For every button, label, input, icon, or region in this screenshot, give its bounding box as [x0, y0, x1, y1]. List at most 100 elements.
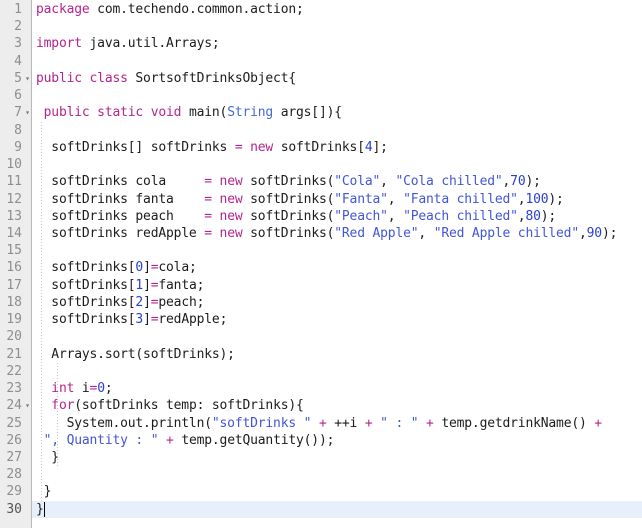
fold-toggle-icon[interactable]: ▾	[24, 397, 31, 414]
code-line[interactable]: softDrinks[] softDrinks = new softDrinks…	[32, 139, 642, 156]
line-number[interactable]: 16	[0, 259, 22, 276]
line-number[interactable]: 25	[0, 415, 22, 432]
code-token-pl: args[]){	[273, 105, 342, 121]
code-token-num: 0	[97, 381, 105, 397]
code-line[interactable]: for(softDrinks temp: softDrinks){	[32, 397, 642, 414]
code-line[interactable]	[32, 53, 642, 70]
line-number[interactable]: 9	[0, 139, 22, 156]
code-content-area[interactable]: package com.techendo.common.action; impor…	[32, 0, 642, 528]
code-line[interactable]: int i=0;	[32, 380, 642, 397]
code-token-kw: new	[250, 139, 274, 155]
line-number[interactable]: 20	[0, 328, 22, 345]
code-token-pl: ]	[143, 312, 151, 328]
line-number[interactable]: 17	[0, 277, 22, 294]
code-token-pl: peach;	[158, 294, 205, 310]
code-line[interactable]: softDrinks redApple = new softDrinks("Re…	[32, 225, 642, 242]
line-number[interactable]: 10	[0, 156, 22, 173]
line-number[interactable]: 26	[0, 432, 22, 449]
code-token-pl: softDrinks[	[36, 312, 136, 328]
code-line[interactable]: ", Quantity : " + temp.getQuantity());	[32, 432, 642, 449]
code-token-pl: com.techendo.common.action;	[89, 2, 304, 17]
code-token-kw: public class	[36, 70, 128, 86]
code-line[interactable]: public static void main(String args[]){	[32, 104, 642, 121]
code-line[interactable]: softDrinks cola = new softDrinks("Cola",…	[32, 173, 642, 190]
code-line[interactable]: softDrinks[1]=fanta;	[32, 277, 642, 294]
fold-toggle-icon[interactable]: ▾	[24, 104, 31, 121]
fold-toggle-icon[interactable]: ▾	[24, 70, 31, 87]
line-number[interactable]: 2	[0, 18, 22, 35]
indent-guide	[57, 362, 58, 467]
code-line[interactable]: System.out.println("softDrinks " + ++i +…	[32, 415, 642, 432]
code-line[interactable]	[32, 87, 642, 104]
line-number[interactable]: 23	[0, 380, 22, 397]
line-number[interactable]: 7	[0, 104, 22, 121]
line-number[interactable]: 29	[0, 483, 22, 500]
code-token-num: 70	[510, 174, 526, 190]
code-token-op: +	[311, 415, 335, 431]
code-token-pl: );	[540, 208, 557, 224]
code-token-kw: package	[36, 2, 90, 17]
line-number[interactable]: 11	[0, 173, 22, 190]
code-line[interactable]: import java.util.Arrays;	[32, 35, 642, 52]
code-line[interactable]	[32, 18, 642, 35]
code-editor[interactable]: 1 2 3 4 5 ▾ 6 7 ▾ 8 9 10 11 12 13 14 15 16 17 18 19 20 21 22 23 2…	[0, 0, 642, 528]
code-token-pl: ]	[143, 260, 151, 276]
line-number[interactable]: 18	[0, 294, 22, 311]
code-line[interactable]: softDrinks[3]=redApple;	[32, 311, 642, 328]
code-token-op: +	[586, 415, 602, 431]
code-token-pl: );	[525, 174, 541, 190]
code-token-pl: softDrinks[] softDrinks	[36, 139, 235, 155]
line-number[interactable]: 6	[0, 87, 22, 104]
code-line[interactable]	[32, 363, 642, 380]
code-line[interactable]	[32, 328, 642, 345]
code-token-pl: java.util.Arrays;	[81, 36, 220, 52]
line-number[interactable]: 14	[0, 225, 22, 242]
code-line[interactable]: }	[32, 501, 642, 518]
line-number[interactable]: 12	[0, 191, 22, 208]
code-line[interactable]	[32, 466, 642, 483]
code-line[interactable]: softDrinks[2]=peach;	[32, 294, 642, 311]
code-token-num: 80	[525, 208, 541, 224]
code-line[interactable]	[32, 242, 642, 259]
code-token-pl: softDrinks(	[242, 208, 335, 224]
code-line[interactable]: }	[32, 483, 642, 500]
line-number[interactable]: 19	[0, 311, 22, 328]
code-token-op: =	[204, 191, 212, 207]
line-number[interactable]: 8	[0, 122, 22, 139]
code-token-num: 2	[135, 294, 144, 310]
code-token-pl: ,	[387, 191, 404, 207]
line-number[interactable]: 3	[0, 35, 22, 52]
code-line[interactable]: softDrinks[0]=cola;	[32, 259, 642, 276]
code-token-pl: (softDrinks temp: softDrinks){	[74, 398, 304, 414]
code-line[interactable]: softDrinks peach = new softDrinks("Peach…	[32, 208, 642, 225]
code-line[interactable]	[32, 122, 642, 139]
code-line[interactable]	[32, 156, 642, 173]
code-token-pl: );	[601, 225, 618, 241]
code-line[interactable]: softDrinks fanta = new softDrinks("Fanta…	[32, 191, 642, 208]
line-number[interactable]: 28	[0, 466, 22, 483]
code-token-pl: temp.getQuantity());	[181, 432, 335, 448]
code-line[interactable]: }	[32, 449, 642, 466]
line-number-gutter[interactable]: 1 2 3 4 5 ▾ 6 7 ▾ 8 9 10 11 12 13 14 15 16 17 18 19 20 21 22 23 2…	[0, 0, 31, 528]
line-number[interactable]: 24	[0, 397, 22, 414]
line-number[interactable]: 27	[0, 449, 22, 466]
line-number[interactable]: 1	[0, 1, 22, 18]
code-line[interactable]: package com.techendo.common.action;	[32, 1, 642, 18]
code-token-kw: public static void	[43, 105, 182, 121]
code-token-op: +	[357, 415, 381, 431]
line-number[interactable]: 4	[0, 53, 22, 70]
line-number[interactable]: 13	[0, 208, 22, 225]
code-token-pl: i	[74, 381, 90, 397]
line-number[interactable]: 15	[0, 242, 22, 259]
code-line[interactable]: public class SortsoftDrinksObject{	[32, 70, 642, 87]
line-number[interactable]: 22	[0, 363, 22, 380]
line-number[interactable]: 30	[0, 501, 22, 518]
code-line[interactable]: Arrays.sort(softDrinks);	[32, 346, 642, 363]
line-number[interactable]: 5	[0, 70, 22, 87]
code-token-num: 90	[586, 225, 602, 241]
code-token-kw: new	[219, 191, 243, 207]
code-token-pl: ,	[418, 225, 434, 241]
line-number[interactable]: 21	[0, 346, 22, 363]
